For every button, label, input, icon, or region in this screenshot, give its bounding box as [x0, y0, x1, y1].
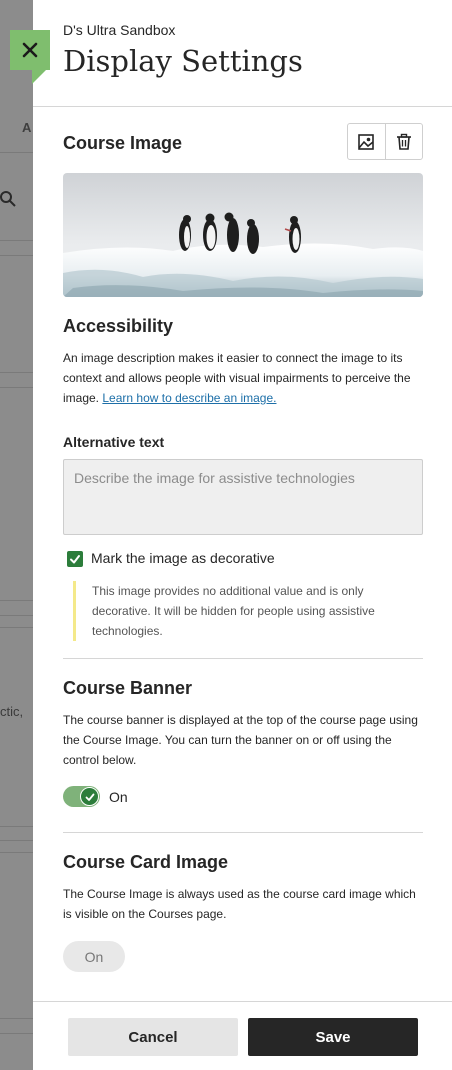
course-image-preview	[63, 173, 423, 297]
change-image-button[interactable]	[348, 124, 385, 159]
toggle-knob	[80, 787, 99, 806]
close-panel-button-wrapper	[10, 30, 50, 84]
decorative-note: This image provides no additional value …	[73, 581, 413, 641]
background-tab-fragment: A	[22, 120, 32, 135]
course-banner-toggle[interactable]	[63, 786, 100, 807]
course-image-heading: Course Image	[63, 133, 183, 153]
checkmark-icon	[85, 793, 94, 801]
page-title: Display Settings	[63, 44, 303, 78]
course-card-image-description: The Course Image is always used as the c…	[63, 887, 416, 921]
trash-icon	[396, 133, 411, 150]
checkmark-icon	[70, 555, 80, 564]
close-icon	[22, 42, 38, 58]
course-banner-heading: Course Banner	[63, 678, 193, 698]
cancel-button[interactable]: Cancel	[68, 1018, 238, 1056]
course-card-image-heading: Course Card Image	[63, 852, 229, 872]
background-text-fragment: ctic,	[0, 704, 24, 719]
display-settings-panel: D's Ultra Sandbox Display Settings Cours…	[33, 0, 452, 1070]
decorative-checkbox[interactable]	[67, 551, 83, 567]
course-name: D's Ultra Sandbox	[63, 22, 176, 38]
alt-text-field[interactable]	[63, 459, 423, 535]
panel-header: D's Ultra Sandbox Display Settings	[33, 0, 452, 107]
section-divider	[63, 832, 423, 833]
alt-text-label: Alternative text	[63, 434, 165, 450]
close-button-tail	[32, 70, 46, 84]
accessibility-heading: Accessibility	[63, 316, 174, 336]
save-button[interactable]: Save	[248, 1018, 418, 1056]
accessibility-description: An image description makes it easier to …	[63, 348, 423, 408]
describe-image-link[interactable]: Learn how to describe an image.	[102, 391, 276, 405]
close-panel-button[interactable]	[10, 30, 50, 70]
course-card-image-status: On	[63, 941, 125, 972]
background-search-icon	[0, 190, 18, 213]
section-divider	[63, 658, 423, 659]
delete-image-button[interactable]	[384, 124, 422, 159]
image-icon	[358, 133, 375, 150]
course-banner-description: The course banner is displayed at the to…	[63, 713, 418, 767]
course-image-actions	[347, 123, 423, 160]
panel-footer: Cancel Save	[33, 1001, 452, 1070]
decorative-checkbox-label[interactable]: Mark the image as decorative	[91, 550, 275, 566]
course-banner-toggle-label: On	[109, 789, 128, 805]
